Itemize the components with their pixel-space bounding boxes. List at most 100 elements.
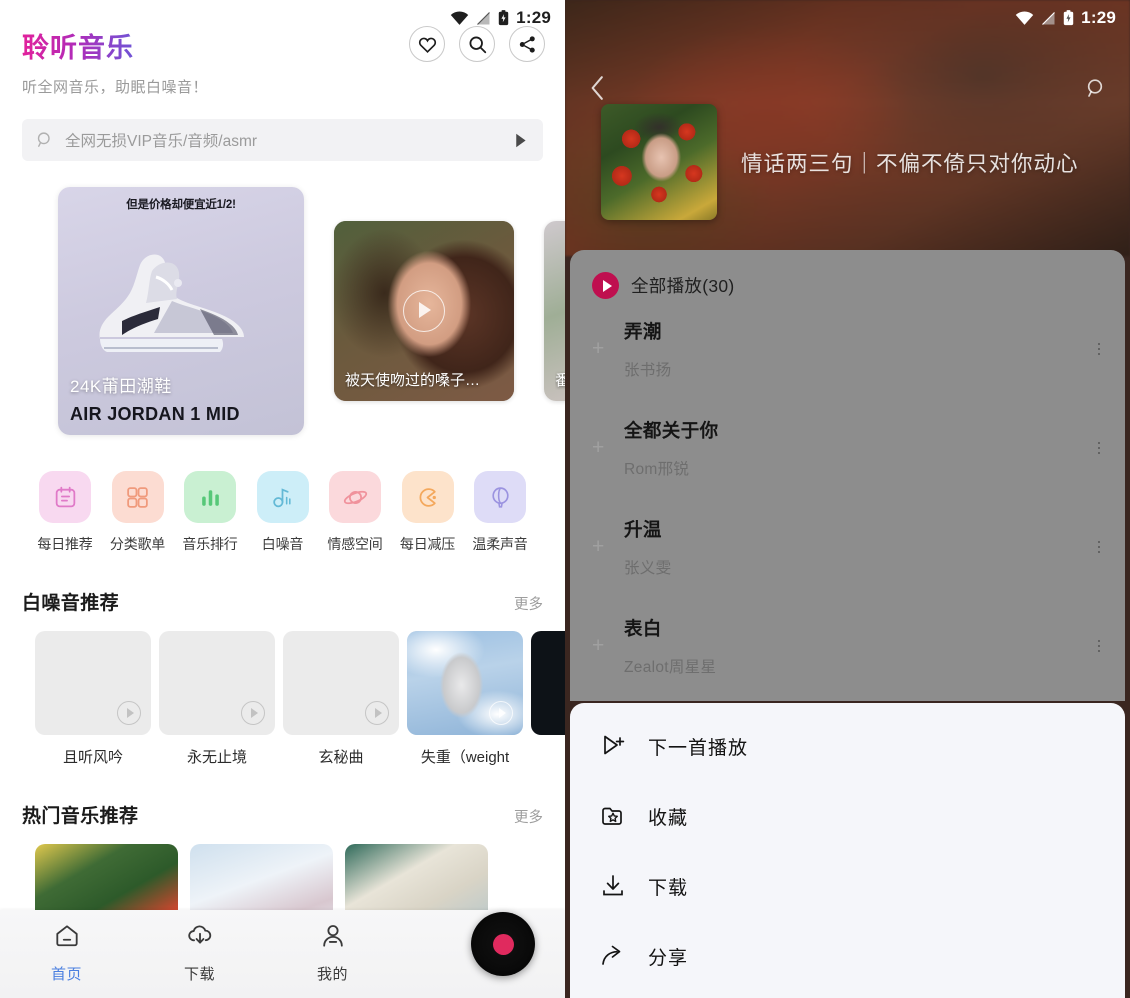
song-meta: 弄潮 张书扬: [624, 318, 1095, 380]
nav-item-profile[interactable]: 我的: [266, 922, 399, 984]
play-all-label: 全部播放(30): [631, 276, 735, 296]
search-bar[interactable]: 全网无损VIP音乐/音频/asmr: [22, 119, 543, 161]
banner-title: 24K莆田潮鞋: [70, 377, 172, 396]
download-icon: [603, 875, 623, 896]
sneaker-image: [99, 254, 244, 352]
play-arrow-icon[interactable]: [512, 132, 529, 149]
share-arrow-icon: [602, 945, 621, 965]
white-noise-card[interactable]: 失重（weight: [407, 631, 523, 767]
card-thumbnail[interactable]: [35, 631, 151, 735]
category-item-daily-relax[interactable]: 每日减压: [393, 471, 463, 554]
favorite-button[interactable]: [409, 26, 445, 62]
planet-icon: [329, 471, 381, 523]
card-label: 失重（weight: [420, 749, 510, 766]
grid-icon: [111, 471, 164, 523]
plus-icon[interactable]: +: [592, 337, 624, 361]
action-share[interactable]: 分享: [570, 921, 1125, 991]
category-item-daily-recommend[interactable]: 每日推荐: [30, 471, 100, 554]
more-vertical-icon[interactable]: · · ·: [1095, 532, 1103, 560]
section-more-link[interactable]: 更多: [514, 593, 543, 614]
song-row[interactable]: + 升温 张义雯 · · ·: [570, 497, 1125, 596]
category-item-white-noise[interactable]: 白噪音: [248, 471, 318, 554]
battery-icon: [1063, 10, 1074, 26]
plus-icon[interactable]: +: [592, 634, 624, 658]
banner-card-secondary[interactable]: 被天使吻过的嗓子…: [334, 221, 514, 401]
battery-icon: [498, 10, 509, 26]
action-download[interactable]: 下载: [570, 851, 1125, 921]
song-row[interactable]: + 弄潮 张书扬 · · ·: [570, 299, 1125, 398]
white-noise-card[interactable]: 永无止境: [159, 631, 275, 767]
white-noise-card[interactable]: 玄秘曲: [283, 631, 399, 767]
dual-screenshot-container: 1:29 聆听音乐 听全网音乐，助眠白噪音！ 全网无损VIP音乐/音频/asmr: [0, 0, 1130, 998]
cloud-download-icon: [187, 925, 211, 944]
play-all-button[interactable]: 全部播放(30): [570, 250, 1125, 299]
chevron-left-icon[interactable]: [589, 75, 606, 101]
song-meta: 全都关于你 Rom邢锐: [624, 417, 1095, 479]
section-more-link[interactable]: 更多: [514, 806, 543, 827]
more-vertical-icon[interactable]: · · ·: [1095, 334, 1103, 362]
plus-icon[interactable]: +: [592, 535, 624, 559]
action-label: 分享: [648, 947, 689, 969]
action-label: 下载: [648, 877, 689, 899]
playlist-cover-art[interactable]: [601, 104, 717, 220]
banner-card-tertiary[interactable]: 番: [544, 221, 565, 401]
wifi-icon: [450, 10, 469, 25]
category-item-category-playlist[interactable]: 分类歌单: [103, 471, 173, 554]
app-title: 聆听音乐: [22, 26, 134, 65]
song-row[interactable]: + 表白 Zealot周星星 · · ·: [570, 596, 1125, 695]
category-item-emotion-space[interactable]: 情感空间: [320, 471, 390, 554]
plus-icon[interactable]: +: [592, 436, 624, 460]
card-thumbnail[interactable]: [407, 631, 523, 735]
playlist-top-bar: [565, 68, 1130, 108]
playlist-header: 情话两三句｜不偏不倚只对你动心: [601, 104, 1079, 220]
category-item-music-chart[interactable]: 音乐排行: [175, 471, 245, 554]
nav-label: 首页: [50, 966, 82, 983]
action-favorite[interactable]: 收藏: [570, 781, 1125, 851]
play-circle-icon: [592, 272, 619, 299]
more-vertical-icon[interactable]: · · ·: [1095, 631, 1103, 659]
song-row[interactable]: + 全都关于你 Rom邢锐 · · ·: [570, 398, 1125, 497]
action-play-next[interactable]: 下一首播放: [570, 711, 1125, 781]
play-icon: [117, 701, 141, 725]
record-label-hub: [492, 933, 514, 955]
banner-card-primary[interactable]: 但是价格却便宜近1/2! 24K莆田潮鞋 AIR JORDAN 1 MID: [58, 187, 304, 435]
white-noise-card[interactable]: 且听风吟: [35, 631, 151, 767]
vinyl-record-button[interactable]: [471, 912, 535, 976]
wifi-icon: [1015, 10, 1034, 25]
status-time: 1:29: [516, 8, 551, 27]
status-bar: 1:29: [1015, 0, 1130, 36]
signal-icon: [1042, 11, 1056, 25]
playlist-screen: 1:29 情话两三句｜不偏不倚只对你动心 全部播放(30) + 弄潮 张书扬 ·…: [565, 0, 1130, 998]
card-label: 永无止境: [186, 749, 247, 766]
nav-item-download[interactable]: 下载: [133, 922, 266, 984]
nav-item-home[interactable]: 首页: [0, 922, 133, 984]
white-noise-card[interactable]: [531, 631, 565, 767]
category-label: 情感空间: [327, 536, 383, 552]
banner-carousel[interactable]: 但是价格却便宜近1/2! 24K莆田潮鞋 AIR JORDAN 1 MID 被天…: [0, 187, 565, 435]
more-vertical-icon[interactable]: · · ·: [1095, 433, 1103, 461]
app-subtitle: 听全网音乐，助眠白噪音！: [22, 79, 209, 96]
song-title: 全都关于你: [624, 419, 719, 441]
card-label: 玄秘曲: [318, 749, 364, 766]
play-icon: [241, 701, 265, 725]
section-title: 白噪音推荐: [22, 593, 120, 614]
category-item-gentle-voice[interactable]: 温柔声音: [465, 471, 535, 554]
search-input[interactable]: 全网无损VIP音乐/音频/asmr: [65, 129, 512, 151]
song-artist: Rom邢锐: [624, 460, 690, 478]
section-title: 热门音乐推荐: [22, 806, 139, 827]
song-title: 弄潮: [624, 320, 662, 342]
bar-chart-icon: [184, 471, 236, 523]
category-label: 每日减压: [399, 536, 456, 552]
action-label: 下一首播放: [648, 737, 749, 759]
status-time: 1:29: [1081, 8, 1116, 27]
card-thumbnail[interactable]: [159, 631, 275, 735]
card-thumbnail[interactable]: [531, 631, 565, 735]
white-noise-card-row[interactable]: 且听风吟 永无止境 玄秘曲 失重（weight: [0, 615, 565, 767]
bottom-navigation: 首页 下载 我的: [0, 910, 565, 998]
banner-promo-text: 但是价格却便宜近1/2!: [126, 199, 236, 211]
search-icon[interactable]: [1084, 77, 1106, 99]
pacman-icon: [401, 471, 454, 523]
playlist-title: 情话两三句｜不偏不倚只对你动心: [741, 151, 1079, 176]
song-artist: 张书扬: [624, 361, 672, 379]
card-thumbnail[interactable]: [283, 631, 399, 735]
